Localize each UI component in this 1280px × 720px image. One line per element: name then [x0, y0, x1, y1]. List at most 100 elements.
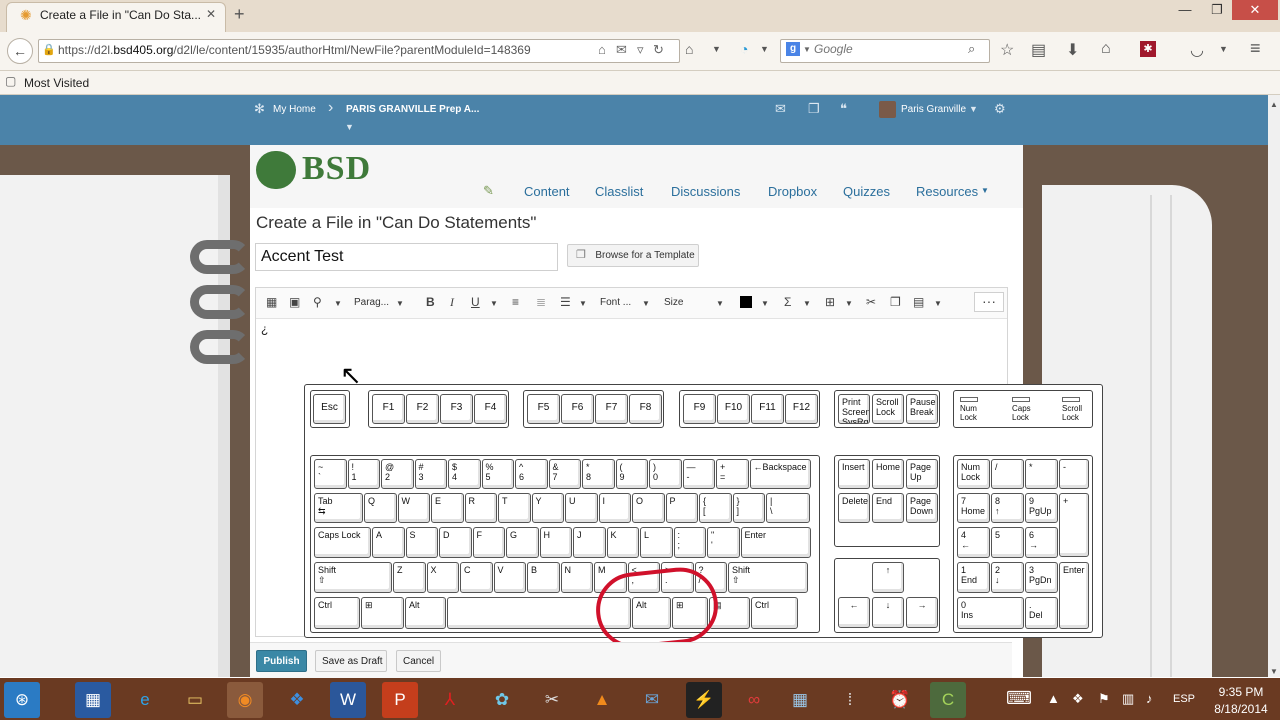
url-text[interactable]: https://d2l.bsd405.org/d2l/le/content/15… — [58, 43, 531, 57]
paste-icon[interactable]: ▤ — [913, 295, 924, 309]
insert-table-icon[interactable]: ⊞ — [825, 295, 835, 309]
restore-icon[interactable]: ❐ — [1202, 2, 1232, 18]
scroll-up-icon[interactable]: ▲ — [1268, 100, 1280, 109]
show-hidden-icon[interactable]: ▲ — [1047, 691, 1060, 706]
taskbar-app-icon[interactable]: ▦ — [75, 682, 111, 718]
powerpoint-icon[interactable]: P — [382, 682, 418, 718]
my-home-link[interactable]: My Home — [273, 104, 316, 115]
course-dropdown-icon[interactable]: ▼ — [345, 122, 354, 132]
course-selector[interactable]: PARIS GRANVILLE Prep A... — [346, 104, 479, 115]
browse-template-button[interactable]: Browse for a Template — [567, 244, 699, 267]
italic-icon[interactable]: I — [450, 295, 454, 310]
copy-icon[interactable]: ❐ — [890, 295, 901, 309]
paragraph-select[interactable]: Parag... — [354, 297, 389, 308]
equation-dropdown-icon[interactable]: ▼ — [803, 299, 811, 308]
paragraph-dropdown-icon[interactable]: ▼ — [396, 299, 404, 308]
nav-resources[interactable]: Resources — [916, 184, 978, 199]
subscription-alerts-icon[interactable]: ❐ — [808, 101, 820, 117]
pocket-dropdown-icon[interactable]: ▼ — [1219, 44, 1228, 54]
bookmark-star-icon[interactable]: ☆ — [1000, 40, 1014, 60]
message-alerts-icon[interactable]: ✉ — [775, 101, 786, 117]
start-icon[interactable]: ⊛ — [4, 682, 40, 718]
acrobat-icon[interactable]: ⅄ — [432, 682, 468, 718]
size-dropdown-icon[interactable]: ▼ — [716, 299, 724, 308]
settings-icon[interactable]: ⚙ — [994, 101, 1006, 117]
file-title-input[interactable] — [255, 243, 558, 271]
addon-red-icon[interactable]: ✱ — [1140, 41, 1156, 57]
resources-dropdown-icon[interactable]: ▼ — [981, 186, 989, 195]
nav-classlist[interactable]: Classlist — [595, 184, 643, 199]
table-dropdown-icon[interactable]: ▼ — [845, 299, 853, 308]
reload-icon[interactable]: ↻ — [653, 42, 664, 58]
back-button-icon[interactable]: ← — [7, 38, 33, 64]
clock-date[interactable]: 8/18/2014 — [1210, 702, 1272, 716]
site-identity-icon[interactable]: ⌂ — [598, 42, 606, 57]
update-alerts-icon[interactable]: ❝ — [840, 101, 847, 117]
list-icon[interactable]: ☰ — [560, 295, 571, 309]
paste-dropdown-icon[interactable]: ▼ — [934, 299, 942, 308]
avatar[interactable] — [879, 101, 896, 118]
sync-dropdown-icon[interactable]: ▼ — [760, 44, 769, 54]
format-dropdown-icon[interactable]: ▼ — [490, 299, 498, 308]
word-icon[interactable]: W — [330, 682, 366, 718]
cancel-button[interactable]: Cancel — [396, 650, 441, 672]
dropdown-icon[interactable]: ▿ — [637, 42, 644, 58]
size-select[interactable]: Size — [664, 297, 683, 308]
camtasia-icon[interactable]: C — [930, 682, 966, 718]
insert-link-icon[interactable]: ⚲ — [313, 295, 322, 309]
bold-icon[interactable]: B — [426, 295, 435, 309]
creative-cloud-icon[interactable]: ∞ — [736, 682, 772, 718]
language-indicator[interactable]: ESP — [1173, 693, 1195, 705]
editor-content[interactable]: ¿ — [261, 322, 268, 336]
download-icon[interactable]: ⬇ — [1066, 40, 1079, 60]
nav-dropbox[interactable]: Dropbox — [768, 184, 817, 199]
window-close-icon[interactable]: ✕ — [1232, 0, 1278, 20]
nav-quizzes[interactable]: Quizzes — [843, 184, 890, 199]
engine-dropdown-icon[interactable]: ▼ — [803, 45, 811, 54]
more-options-button[interactable]: ··· — [974, 292, 1004, 312]
nav-discussions[interactable]: Discussions — [671, 184, 740, 199]
menu-icon[interactable]: ≡ — [1250, 38, 1261, 59]
align-icon[interactable]: ≡ — [512, 295, 519, 309]
font-select[interactable]: Font ... — [600, 297, 631, 308]
control-panel-icon[interactable]: ▦ — [782, 682, 818, 718]
page-scrollbar[interactable] — [1268, 95, 1280, 677]
app-dark-icon[interactable]: ⚡ — [686, 682, 722, 718]
bookmark-most-visited[interactable]: Most Visited — [24, 76, 89, 90]
search-icon[interactable]: ⌕ — [968, 41, 975, 57]
reader-icon[interactable]: ✉ — [616, 42, 627, 58]
underline-icon[interactable]: U — [471, 295, 480, 309]
pocket-icon[interactable]: ◡ — [1190, 40, 1204, 60]
clock-time[interactable]: 9:35 PM — [1213, 685, 1269, 699]
bookmarks-list-icon[interactable]: ▤ — [1031, 40, 1046, 60]
app-icon[interactable]: ✿ — [484, 682, 520, 718]
internet-explorer-icon[interactable]: e — [127, 682, 163, 718]
list-dropdown-icon[interactable]: ▼ — [579, 299, 587, 308]
color-dropdown-icon[interactable]: ▼ — [761, 299, 769, 308]
equation-icon[interactable]: Σ — [784, 295, 791, 309]
dropbox-icon[interactable]: ❖ — [279, 682, 315, 718]
snipping-icon[interactable]: ✂ — [534, 682, 570, 718]
google-engine-icon[interactable]: g — [786, 42, 800, 56]
calculator-icon[interactable]: ⁞ — [832, 682, 868, 718]
vlc-icon[interactable]: ▲ — [584, 682, 620, 718]
network-tray-icon[interactable]: ▥ — [1122, 691, 1134, 707]
scroll-down-icon[interactable]: ▼ — [1268, 667, 1280, 676]
sync-addon-icon[interactable]: ◔ — [740, 41, 748, 57]
home-icon[interactable]: ⌂ — [1101, 40, 1111, 58]
link-dropdown-icon[interactable]: ▼ — [334, 299, 342, 308]
addon-dropdown-icon[interactable]: ▼ — [712, 44, 721, 54]
firefox-icon[interactable]: ◉ — [227, 682, 263, 718]
text-color-icon[interactable] — [740, 296, 752, 308]
save-draft-button[interactable]: Save as Draft — [315, 650, 387, 672]
user-dropdown-icon[interactable]: ▼ — [969, 104, 978, 114]
mail-icon[interactable]: ✉ — [634, 682, 670, 718]
home-addon-icon[interactable]: ⌂ — [685, 41, 693, 57]
volume-tray-icon[interactable]: ♪ — [1146, 691, 1153, 706]
alarm-icon[interactable]: ⏰ — [882, 682, 918, 718]
dropbox-tray-icon[interactable]: ❖ — [1072, 691, 1084, 707]
insert-stuff-icon[interactable]: ▦ — [266, 295, 277, 309]
insert-image-icon[interactable]: ▣ — [289, 295, 300, 309]
font-dropdown-icon[interactable]: ▼ — [642, 299, 650, 308]
file-explorer-icon[interactable]: ▭ — [177, 682, 213, 718]
